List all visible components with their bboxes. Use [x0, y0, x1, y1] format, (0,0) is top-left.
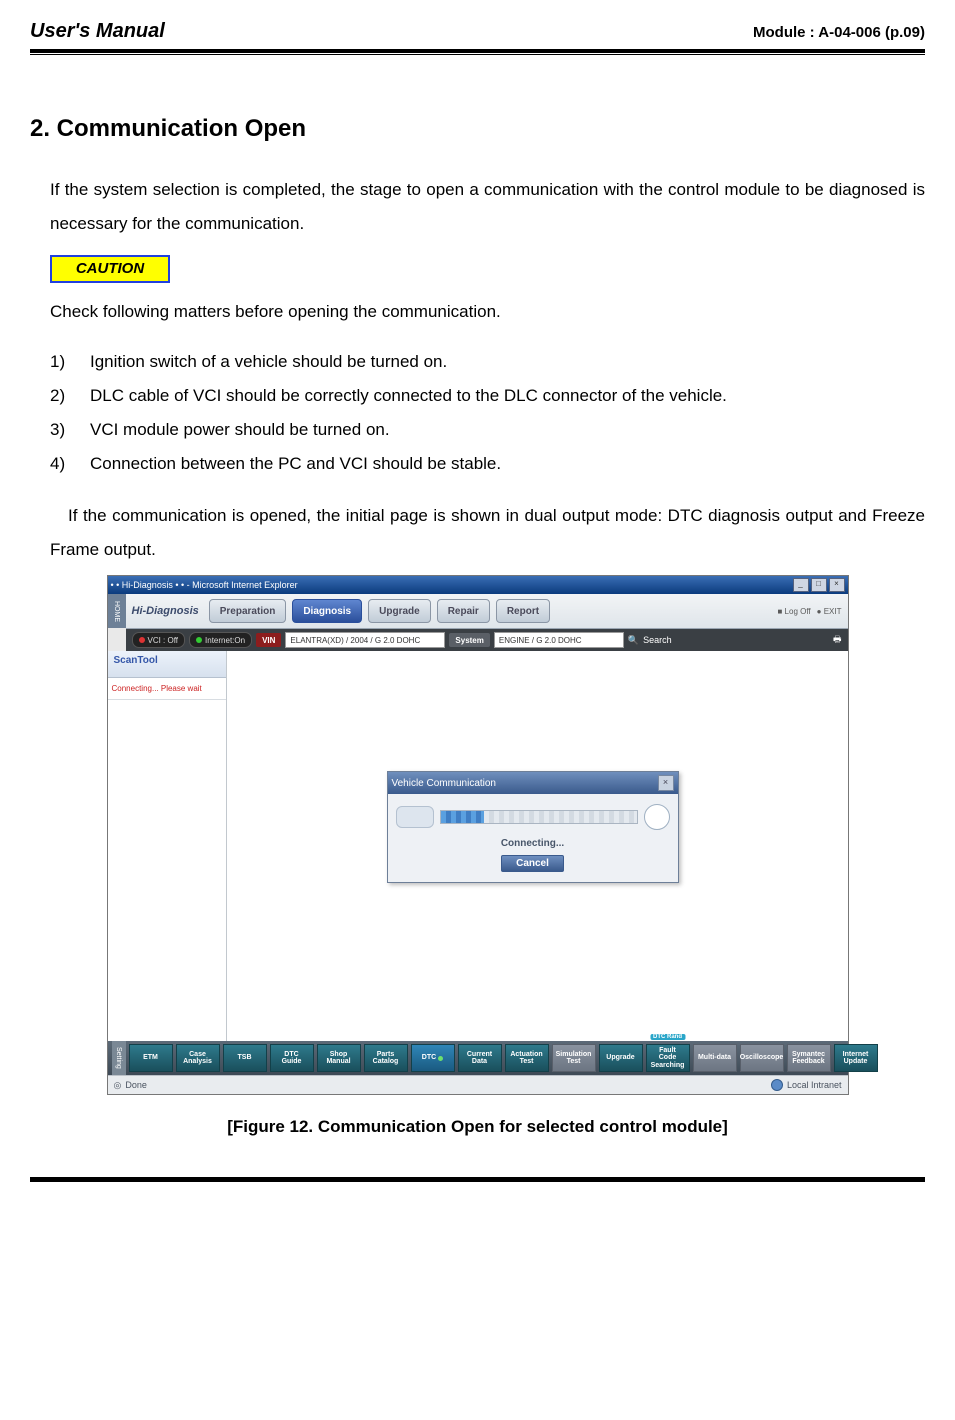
internet-status-pill: Internet:On: [189, 632, 252, 648]
vci-status-pill: VCI : Off: [132, 632, 186, 648]
header-rule-thin: [30, 54, 925, 55]
main-panel: Vehicle Communication × Connecting: [227, 651, 848, 1041]
current-data-button[interactable]: Current Data: [458, 1044, 502, 1072]
system-label: System: [449, 633, 489, 647]
list-text: VCI module power should be turned on.: [90, 413, 390, 447]
status-zone: Local Intranet: [787, 1080, 842, 1090]
zone-icon: [771, 1079, 783, 1091]
vin-label: VIN: [256, 633, 281, 647]
dialog-title: Vehicle Communication: [392, 778, 497, 789]
side-connecting-text: Connecting... Please wait: [108, 678, 226, 700]
minimize-button[interactable]: _: [793, 578, 809, 592]
case-analysis-button[interactable]: Case Analysis: [176, 1044, 220, 1072]
list-number: 2): [50, 379, 74, 413]
cancel-button[interactable]: Cancel: [501, 855, 564, 872]
header-rule-thick: [30, 49, 925, 53]
logoff-link[interactable]: ■ Log Off: [778, 607, 811, 616]
print-icon[interactable]: 🖶: [833, 632, 842, 648]
gauge-icon: [644, 804, 670, 830]
status-subbar: VCI : Off Internet:On VIN ELANTRA(XD) / …: [126, 629, 848, 651]
dtc-rand-label: DTC Rand: [650, 1034, 685, 1040]
progress-track: [484, 811, 637, 823]
progress-bar: [440, 810, 638, 824]
section-heading: 2. Communication Open: [30, 115, 925, 143]
dialog-titlebar: Vehicle Communication ×: [388, 772, 678, 794]
home-tab[interactable]: HOME: [108, 594, 126, 628]
screenshot-figure: • • Hi-Diagnosis • • - Microsoft Interne…: [107, 575, 849, 1095]
system-value: ENGINE / G 2.0 DOHC: [494, 632, 624, 648]
list-text: Connection between the PC and VCI should…: [90, 447, 501, 481]
module-id: Module : A-04-006 (p.09): [753, 24, 925, 41]
list-item: 4) Connection between the PC and VCI sho…: [50, 447, 925, 481]
tsb-button[interactable]: TSB: [223, 1044, 267, 1072]
app-logo: Hi-Diagnosis: [132, 605, 199, 617]
list-item: 1) Ignition switch of a vehicle should b…: [50, 345, 925, 379]
multidata-button[interactable]: Multi-data: [693, 1044, 737, 1072]
exit-link[interactable]: ● EXIT: [817, 607, 842, 616]
result-paragraph: If the communication is opened, the init…: [50, 499, 925, 567]
actuation-test-button[interactable]: Actuation Test: [505, 1044, 549, 1072]
fault-code-searching-button[interactable]: DTC Rand Fault Code Searching: [646, 1044, 690, 1072]
figure-caption: [Figure 12. Communication Open for selec…: [30, 1117, 925, 1137]
side-panel-title: ScanTool: [108, 651, 226, 678]
shop-manual-button[interactable]: Shop Manual: [317, 1044, 361, 1072]
list-text: Ignition switch of a vehicle should be t…: [90, 345, 447, 379]
nav-repair[interactable]: Repair: [437, 599, 490, 623]
window-title: • • Hi-Diagnosis • • - Microsoft Interne…: [111, 580, 298, 590]
oscilloscope-button[interactable]: Oscilloscope: [740, 1044, 784, 1072]
status-done: Done: [125, 1080, 147, 1090]
nav-upgrade[interactable]: Upgrade: [368, 599, 431, 623]
dtc-guide-button[interactable]: DTC Guide: [270, 1044, 314, 1072]
list-item: 2) DLC cable of VCI should be correctly …: [50, 379, 925, 413]
checklist: 1) Ignition switch of a vehicle should b…: [50, 345, 925, 481]
search-icon[interactable]: 🔍: [628, 635, 639, 646]
list-number: 1): [50, 345, 74, 379]
footer-rule-thick: [30, 1178, 925, 1182]
intro-paragraph: If the system selection is completed, th…: [50, 173, 925, 241]
app-toolbar: Hi-Diagnosis Preparation Diagnosis Upgra…: [126, 594, 848, 629]
nav-report[interactable]: Report: [496, 599, 550, 623]
dialog-close-button[interactable]: ×: [658, 775, 674, 791]
internet-update-button[interactable]: Internet Update: [834, 1044, 878, 1072]
vci-dot-icon: [139, 637, 145, 643]
feedback-button[interactable]: Symantec Feedback: [787, 1044, 831, 1072]
list-text: DLC cable of VCI should be correctly con…: [90, 379, 727, 413]
footer-toolbar: Setting ETM Case Analysis TSB DTC Guide …: [108, 1041, 848, 1075]
manual-title: User's Manual: [30, 20, 165, 43]
maximize-button[interactable]: □: [811, 578, 827, 592]
nav-diagnosis[interactable]: Diagnosis: [292, 599, 362, 623]
close-button[interactable]: ×: [829, 578, 845, 592]
dtc-button[interactable]: DTC: [411, 1044, 455, 1072]
list-number: 3): [50, 413, 74, 447]
dialog-message: Connecting...: [396, 838, 670, 849]
caution-badge: CAUTION: [50, 255, 170, 283]
setting-tab[interactable]: Setting: [112, 1041, 126, 1075]
browser-status-bar: ◎Done Local Intranet: [108, 1075, 848, 1094]
caution-paragraph: Check following matters before opening t…: [50, 295, 925, 329]
content-area: ScanTool Connecting... Please wait Vehic…: [108, 651, 848, 1041]
search-label: Search: [643, 635, 672, 645]
parts-catalog-button[interactable]: Parts Catalog: [364, 1044, 408, 1072]
vin-value: ELANTRA(XD) / 2004 / G 2.0 DOHC: [285, 632, 445, 648]
net-dot-icon: [196, 637, 202, 643]
nav-preparation[interactable]: Preparation: [209, 599, 287, 623]
done-icon: ◎: [114, 1080, 122, 1091]
vehicle-comm-dialog: Vehicle Communication × Connecting: [387, 771, 679, 883]
window-titlebar: • • Hi-Diagnosis • • - Microsoft Interne…: [108, 576, 848, 594]
car-icon: [396, 806, 434, 828]
dtc-indicator-icon: [438, 1056, 443, 1061]
list-number: 4): [50, 447, 74, 481]
side-panel: ScanTool Connecting... Please wait: [108, 651, 227, 1041]
progress-fill: [441, 811, 484, 823]
upgrade-button[interactable]: Upgrade: [599, 1044, 643, 1072]
etm-button[interactable]: ETM: [129, 1044, 173, 1072]
simulation-test-button[interactable]: Simulation Test: [552, 1044, 596, 1072]
list-item: 3) VCI module power should be turned on.: [50, 413, 925, 447]
